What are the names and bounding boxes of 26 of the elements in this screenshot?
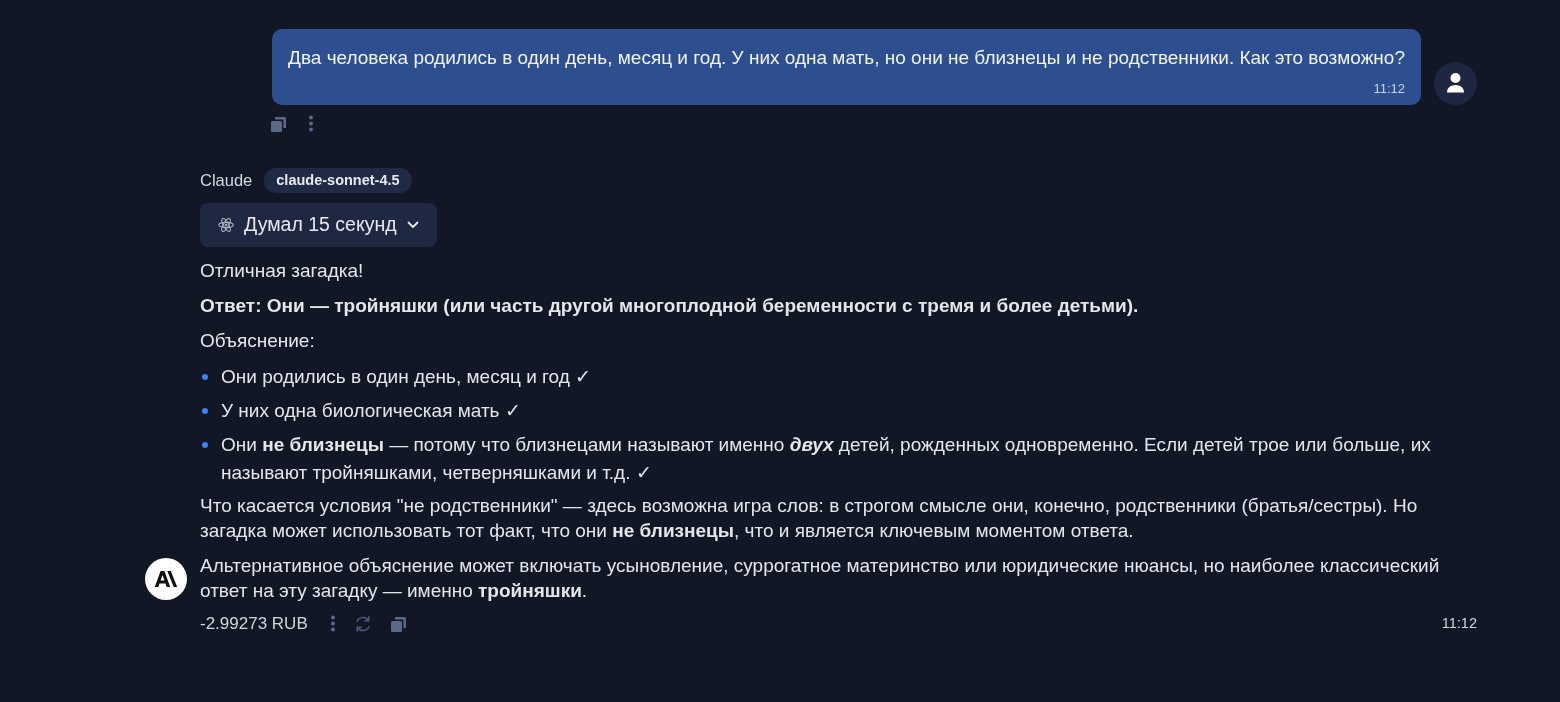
sender-name: Claude [200, 170, 253, 192]
message-text: Два человека родились в один день, месяц и год. У них одна мать, но они не близнецы и не родственники. Как это возможно? [288, 46, 1405, 70]
refresh-icon[interactable] [353, 614, 372, 633]
assistant-logo-icon [145, 558, 187, 600]
bullet-icon [202, 374, 208, 380]
more-options-icon[interactable] [329, 615, 336, 633]
bullet-icon [202, 408, 208, 414]
paragraph-text: Ответ: Они — тройняшки (или часть другой многоплодной беременности с тремя и более детьми). [200, 294, 1140, 318]
copy-icon[interactable] [389, 615, 406, 632]
copy-icon[interactable] [270, 115, 286, 132]
bullet-icon [202, 442, 208, 448]
list-item-text: У них одна биологическая мать ✓ [221, 399, 521, 423]
paragraph-text: Что касается условия "не родственники" — здесь возможна игра слов: в строгом смысле они, конечно, родственники (братья/сестры). Но загадка может использовать тот факт, что они не близнецы, что и является ключевым моментом ответа. [200, 494, 1419, 543]
list-item-text: Они родились в один день, месяц и год ✓ [221, 365, 592, 389]
list-item-text: Они не близнецы — потому что близнецами называют именно двух детей, рожденных одновременно. Если детей трое или больше, их называют тройняшками, четверняшками и т.д. ✓ [221, 433, 1432, 485]
more-options-icon[interactable] [308, 115, 314, 132]
atom-icon [218, 217, 234, 233]
paragraph-text: Альтернативное объяснение может включать усыновление, суррогатное материнство или юридические нюансы, но наиболее классический ответ на эту загадку — именно тройняшки. [200, 554, 1441, 603]
message-time: 11:12 [1441, 613, 1477, 633]
paragraph-text: Отличная загадка! [200, 259, 365, 283]
model-tag: claude-sonnet-4.5 [264, 168, 412, 193]
thinking-toggle-button[interactable]: Думал 15 секунд [200, 203, 437, 247]
message-time: 11:12 [1373, 81, 1405, 97]
cost-text: -2.99273 RUB [200, 613, 308, 635]
paragraph-text: Объяснение: [200, 329, 316, 353]
user-avatar-icon [1434, 62, 1477, 105]
